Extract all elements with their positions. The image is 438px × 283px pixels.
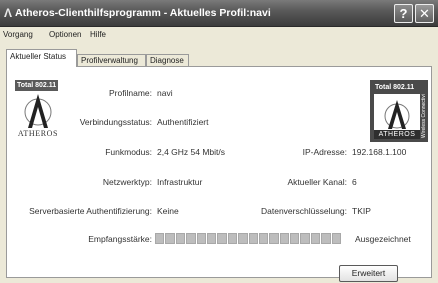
signal-segment <box>165 233 175 244</box>
connection-status-label: Verbindungsstatus: <box>79 117 152 127</box>
logo-right-side-text: Wireless Connectivity <box>421 94 427 138</box>
signal-segment <box>279 233 290 244</box>
current-channel-label: Aktueller Kanal: <box>287 177 347 187</box>
tab-current-status[interactable]: Aktueller Status <box>6 49 77 67</box>
atheros-a-icon: Λ <box>4 6 13 20</box>
network-type-label: Netzwerktyp: <box>102 177 152 187</box>
signal-segment <box>175 233 186 244</box>
signal-strength-value: Ausgezeichnet <box>355 234 411 244</box>
atheros-logo-right: Total 802.11 ATHEROS Wireless Connectivi… <box>370 80 428 142</box>
profile-label: Profilname: <box>109 88 152 98</box>
logo-word: ATHEROS <box>17 129 59 138</box>
signal-segment <box>248 233 258 244</box>
ip-address-label: IP-Adresse: <box>302 147 347 157</box>
signal-segment <box>258 233 269 244</box>
signal-segment <box>227 233 238 244</box>
help-button[interactable]: ? <box>394 4 413 23</box>
logo-right-word: ATHEROS <box>374 130 420 139</box>
signal-segment <box>155 233 165 244</box>
menu-vorgang[interactable]: Vorgang <box>3 30 33 39</box>
close-button[interactable]: ✕ <box>415 4 434 23</box>
signal-segment <box>217 233 227 244</box>
status-panel <box>6 66 432 278</box>
menu-bar: Vorgang Optionen Hilfe <box>0 27 438 43</box>
atheros-a-logo-icon <box>24 94 52 128</box>
signal-strength-label: Empfangsstärke: <box>88 234 152 244</box>
server-auth-label: Serverbasierte Authentifizierung: <box>29 206 152 216</box>
advanced-button[interactable]: Erweitert <box>339 265 398 282</box>
encryption-label: Datenverschlüsselung: <box>261 206 347 216</box>
window-title: Atheros-Clienthilfsprogramm - Aktuelles … <box>15 7 271 19</box>
profile-value: navi <box>157 88 173 98</box>
ip-address-value: 192.168.1.100 <box>352 147 407 157</box>
radio-mode-label: Funkmodus: <box>105 147 152 157</box>
signal-segment <box>186 233 196 244</box>
logo-right-badge: Total 802.11 <box>375 84 415 91</box>
signal-segment <box>196 233 206 244</box>
atheros-a-logo-icon <box>384 100 410 129</box>
menu-optionen[interactable]: Optionen <box>49 30 81 39</box>
signal-segment <box>238 233 248 244</box>
signal-segment <box>310 233 321 244</box>
title-bar[interactable]: Λ Atheros-Clienthilfsprogramm - Aktuelle… <box>0 0 438 27</box>
signal-segment <box>269 233 279 244</box>
signal-segment <box>290 233 300 244</box>
radio-mode-value: 2,4 GHz 54 Mbit/s <box>157 147 226 157</box>
client-utility-window: Λ Atheros-Clienthilfsprogramm - Aktuelle… <box>0 0 438 283</box>
signal-segment <box>321 233 331 244</box>
server-auth-value: Keine <box>157 206 179 216</box>
signal-segment <box>300 233 310 244</box>
network-type-value: Infrastruktur <box>157 177 203 187</box>
signal-strength-bar <box>155 233 342 244</box>
encryption-value: TKIP <box>352 206 371 216</box>
signal-segment <box>331 233 342 244</box>
current-channel-value: 6 <box>352 177 357 187</box>
atheros-logo: Total 802.11 ATHEROS <box>15 80 61 142</box>
signal-segment <box>206 233 217 244</box>
connection-status-value: Authentifiziert <box>157 117 209 127</box>
menu-hilfe[interactable]: Hilfe <box>90 30 106 39</box>
